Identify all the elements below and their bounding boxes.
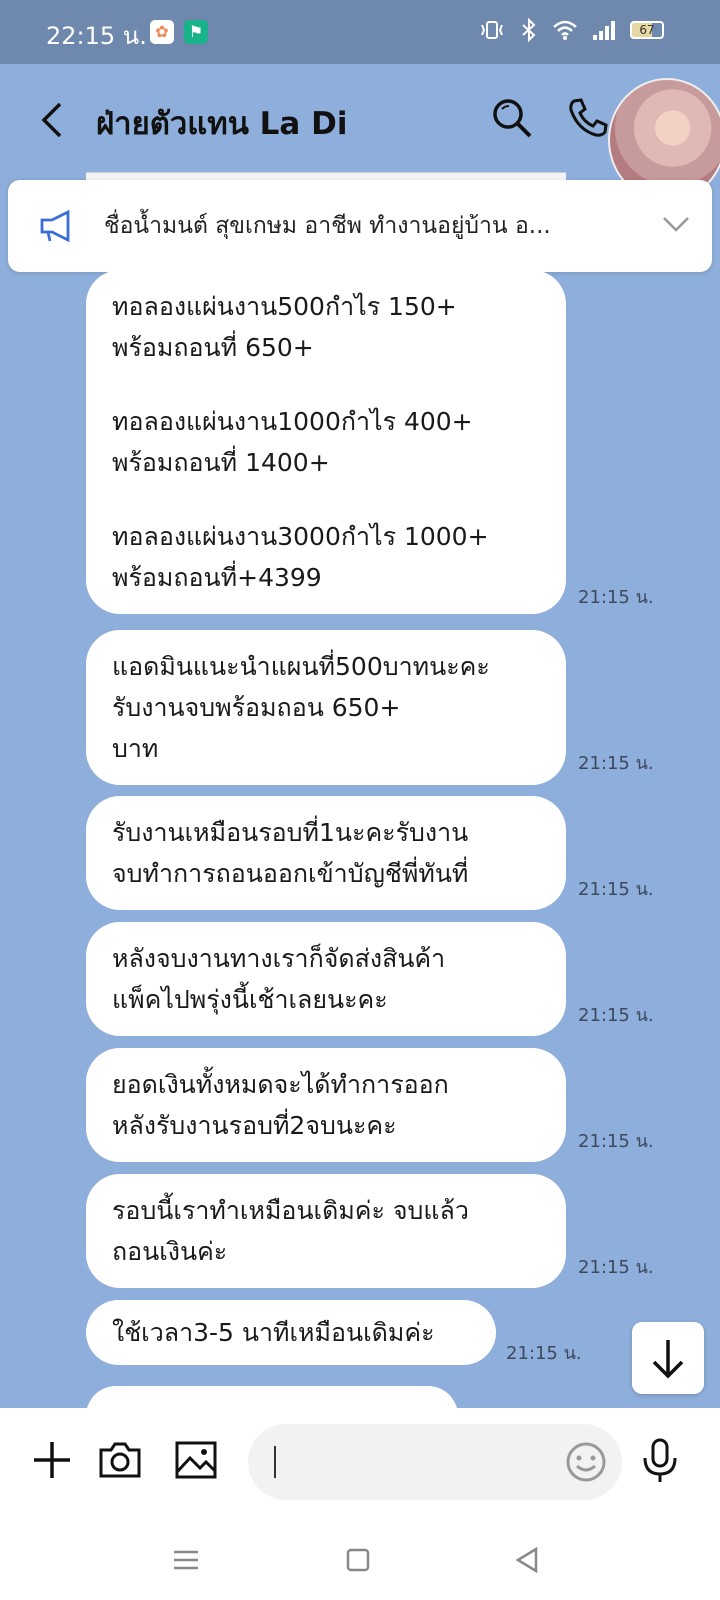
announcement-text: ชื่อน้ำมนต์ สุขเกษม อาชีพ ทำงานอยู่บ้าน … [104,213,551,239]
emoji-icon[interactable] [564,1440,608,1484]
message-line: รับงานจบพร้อมถอน 650+ [112,693,401,722]
text-cursor [274,1446,276,1478]
message-line: ทอลองแผ่นงาน3000กำไร 1000+ [112,522,489,551]
chat-header: ฝ่ายตัวแทน La Di [0,64,720,202]
vibrate-icon [481,21,503,39]
mic-icon[interactable] [636,1436,684,1484]
message-time: 21:15 น. [578,1257,654,1278]
status-bar: 22:15 น. ✿ ⚑ 67 [0,0,720,64]
back-icon[interactable] [38,100,68,140]
chevron-down-icon[interactable] [660,210,692,238]
phone-icon[interactable] [566,96,610,140]
input-bar [0,1408,720,1518]
message-time: 21:15 น. [578,1131,654,1152]
message-bubble[interactable]: แอดมินแนะนำแผนที่500บาทนะคะ รับงานจบพร้อ… [86,630,566,785]
camera-icon[interactable] [96,1436,144,1484]
message-line: พร้อมถอนที่ 650+ [112,333,314,362]
image-icon[interactable] [172,1436,220,1484]
message-time: 21:15 น. [578,879,654,900]
scroll-to-bottom-button[interactable] [632,1322,704,1394]
photos-app-icon: ✿ [150,20,174,44]
message-line: พร้อมถอนที่ 1400+ [112,448,330,477]
message-line: รับงานเหมือนรอบที่1นะคะรับงาน [112,818,469,847]
message-line: บาท [112,734,159,763]
arrow-down-icon [652,1340,684,1379]
message-line: ใช้เวลา3-5 นาทีเหมือนเดิมค่ะ [112,1318,435,1347]
fitness-app-icon: ⚑ [184,20,208,44]
message-time: 21:15 น. [578,753,654,774]
message-bubble[interactable]: รับงานเหมือนรอบที่1นะคะรับงาน จบทำการถอน… [86,796,566,910]
message-line: จบทำการถอนออกเข้าบัญชีพี่ทันที่ [112,859,469,888]
system-nav-bar [0,1518,720,1600]
megaphone-icon [40,209,70,243]
message-line: ถอนเงินค่ะ [112,1237,228,1266]
message-bubble[interactable]: ยอดเงินทั้งหมดจะได้ทำการออก หลังรับงานรอ… [86,1048,566,1162]
message-line: แพ็คไปพรุ่งนี้เช้าเลยนะคะ [112,985,388,1014]
signal-icon [593,21,615,40]
message-line: พร้อมถอนที่+4399 [112,563,322,592]
bluetooth-icon [522,18,536,42]
message-bubble[interactable]: หลังจบงานทางเราก็จัดส่งสินค้า แพ็คไปพรุ่… [86,922,566,1036]
message-bubble[interactable]: ทอลองแผ่นงาน500กำไร 150+ พร้อมถอนที่ 650… [86,272,566,614]
message-line: หลังจบงานทางเราก็จัดส่งสินค้า [112,944,446,973]
message-time: 21:15 น. [578,587,654,608]
message-line: ยอดเงินทั้งหมดจะได้ทำการออก [112,1070,449,1099]
chat-title: ฝ่ายตัวแทน La Di [96,106,348,142]
message-line: ทอลองแผ่นงาน1000กำไร 400+ [112,407,473,436]
message-list[interactable]: ทอลองแผ่นงาน500กำไร 150+ พร้อมถอนที่ 650… [0,272,720,1410]
search-icon[interactable] [490,96,534,140]
back-nav-icon[interactable] [512,1544,544,1576]
announcement-banner[interactable]: ชื่อน้ำมนต์ สุขเกษม อาชีพ ทำงานอยู่บ้าน … [8,180,712,272]
message-time: 21:15 น. [578,1005,654,1026]
home-icon[interactable] [342,1544,374,1576]
menu-icon[interactable] [170,1544,202,1576]
status-icons: 67 [478,18,664,42]
message-bubble[interactable]: รอบนี้เราทำเหมือนเดิมค่ะ จบแล้ว ถอนเงินค… [86,1174,566,1288]
wifi-icon [553,20,577,40]
message-line: ทอลองแผ่นงาน500กำไร 150+ [112,292,457,321]
message-bubble[interactable]: ใช้เวลา3-5 นาทีเหมือนเดิมค่ะ [86,1300,496,1365]
message-line: รอบนี้เราทำเหมือนเดิมค่ะ จบแล้ว [112,1196,469,1225]
battery-indicator: 67 [630,21,664,39]
message-bubble-partial[interactable] [86,1386,458,1410]
message-line: หลังรับงานรอบที่2จบนะคะ [112,1111,397,1140]
message-time: 21:15 น. [506,1343,582,1364]
status-time: 22:15 น. [46,22,147,50]
message-line: แอดมินแนะนำแผนที่500บาทนะคะ [112,652,490,681]
plus-icon[interactable] [28,1436,76,1484]
